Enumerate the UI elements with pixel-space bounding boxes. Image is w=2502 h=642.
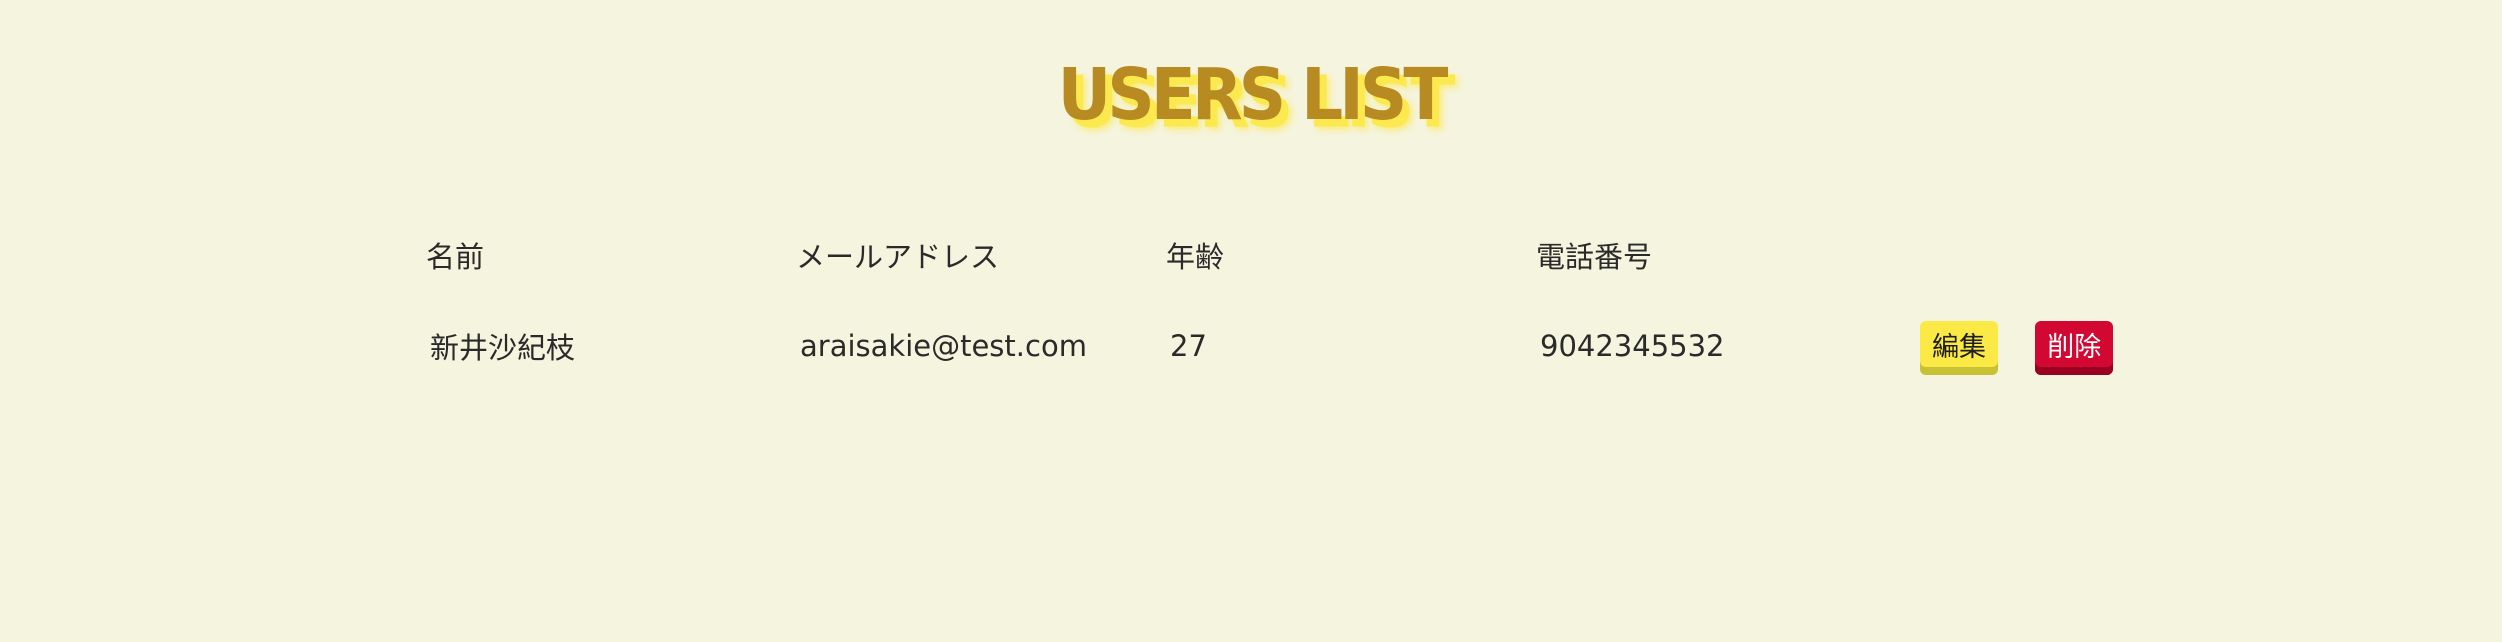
- cell-phone: 9042345532: [1540, 329, 1725, 363]
- table-header: 名前 メールアドレス 年齢 電話番号: [426, 220, 2220, 290]
- cell-age: 27: [1170, 329, 1207, 363]
- delete-button[interactable]: 削除: [2035, 321, 2114, 375]
- table-row: 新井沙紀枝 araisakie@test.com 27 9042345532 編…: [426, 290, 2220, 402]
- users-table: 名前 メールアドレス 年齢 電話番号 新井沙紀枝 araisakie@test.…: [426, 220, 2220, 402]
- column-header-name: 名前: [426, 240, 485, 274]
- header-row: 名前 メールアドレス 年齢 電話番号: [426, 220, 2220, 290]
- cell-email: araisakie@test.com: [800, 329, 1087, 363]
- column-header-email: メールアドレス: [796, 240, 1000, 274]
- cell-actions: 編集 削除: [1920, 290, 2220, 402]
- edit-button[interactable]: 編集: [1920, 321, 1998, 375]
- table-body: 新井沙紀枝 araisakie@test.com 27 9042345532 編…: [426, 290, 2220, 402]
- page-title: USERS LIST: [1057, 52, 1449, 137]
- cell-name: 新井沙紀枝: [430, 331, 576, 365]
- column-header-phone: 電話番号: [1536, 240, 1653, 274]
- column-header-actions: [1920, 220, 2220, 290]
- column-header-age: 年齢: [1166, 240, 1225, 274]
